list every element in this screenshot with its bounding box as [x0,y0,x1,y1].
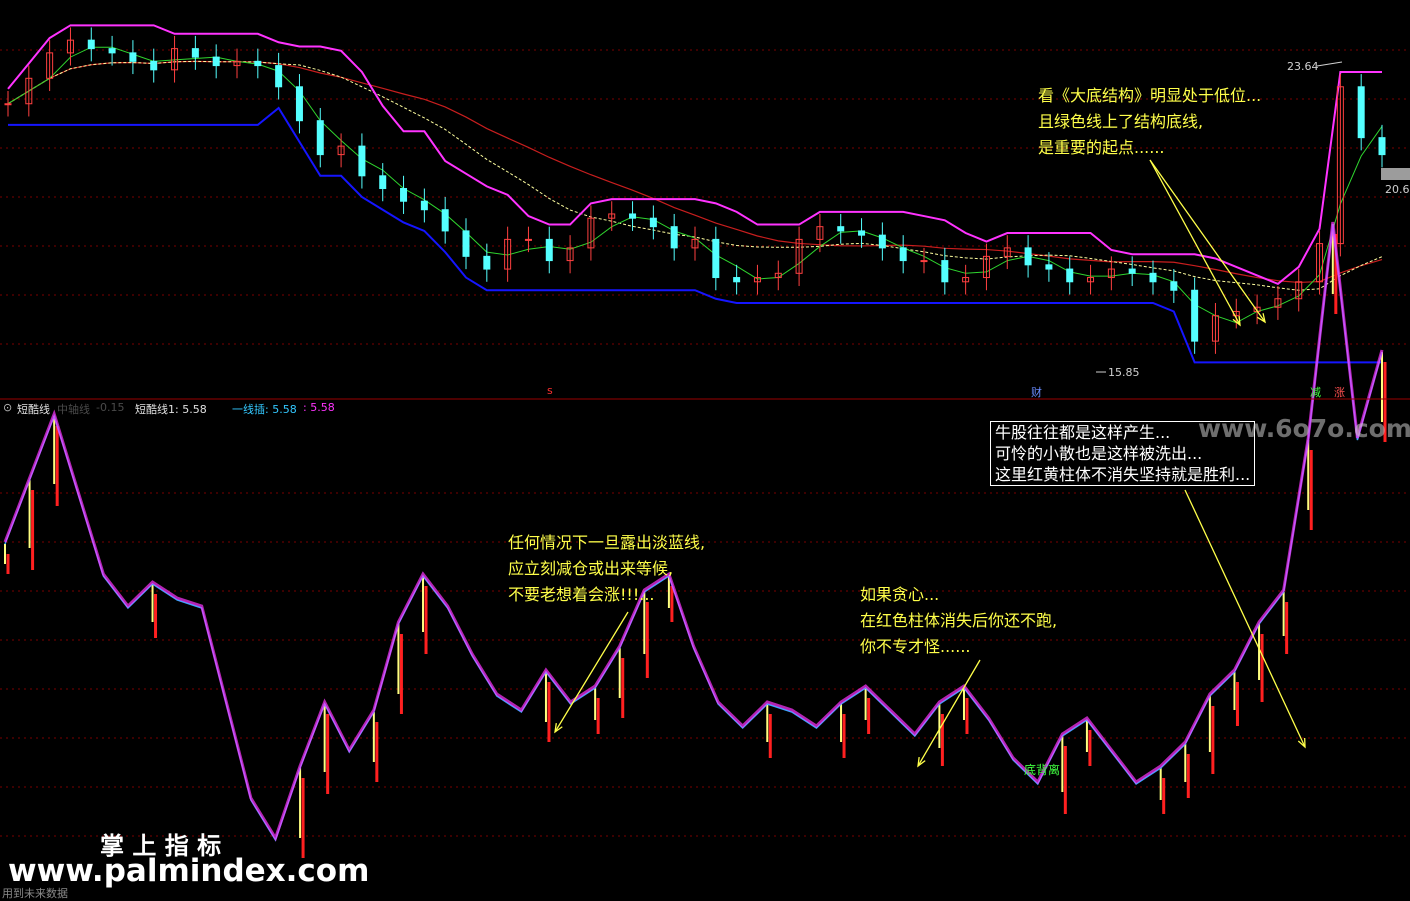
candle-body [1378,137,1386,156]
candle-body [254,60,262,67]
candle-body [878,234,886,249]
candle-body [1191,289,1199,342]
candle-body [400,188,408,202]
indicator-dim-label: 中轴线 [57,403,90,416]
last-price-label: 20.6 [1385,183,1410,196]
candle-body [941,260,949,283]
candle-body [712,238,720,279]
divergence-label: 底背离 [1024,763,1061,777]
candle-body [212,56,220,67]
indicator-line2-label: 一线插: 5.58 [232,403,297,416]
candle-body [4,103,12,106]
low-price-label: 15.85 [1108,366,1140,379]
candle-body [629,213,637,219]
signal-mark-rise: 涨 [1334,386,1345,399]
candle-body [920,260,928,263]
high-pointer [1316,61,1343,67]
annotation-arrow-head [554,723,563,734]
annotation-arrow-head [917,756,926,768]
candle-body [1149,272,1157,283]
indicator-dim-value: -0.15 [96,401,125,414]
candle-body [358,145,366,177]
url-watermark: www.palmindex.com [8,853,370,889]
signal-mark-s: s [547,384,553,397]
high-price-label: 23.64 [1287,60,1319,73]
lower-annotation-1: 任何情况下一旦露出淡蓝线, 应立刻减仓或出来等候, 不要老想着会涨!!!... [508,533,706,604]
candle-body [837,226,845,232]
site-watermark: www.6o7o.com [1198,414,1410,443]
candle-body [649,217,657,228]
candle-body [316,120,324,156]
annotation-arrow [1149,159,1266,323]
candle-body [129,52,137,62]
candle-body [1128,268,1136,274]
annotation-arrow [917,659,981,767]
signal-mark-finance: 财 [1031,386,1042,399]
candle-body [483,255,491,270]
indicator-name[interactable]: 短酷线 [17,401,50,417]
candle-body [670,226,678,249]
candle-body [1045,264,1053,270]
candle-body [1066,268,1074,283]
indicator-toggle-icon[interactable]: ⊙ [3,401,12,414]
candle-body [441,209,449,232]
indicator-line1-label: 短酷线1: 5.58 [135,403,207,416]
candle-body [87,39,95,50]
footer-note: 用到未来数据 [2,887,68,900]
annotation-arrow [554,611,629,733]
upper-annotation: 看《大底结构》明显处于低位... 且绿色线上了结构底线, 是重要的起点.....… [1038,86,1262,157]
indicator-line2-value: : 5.58 [303,401,335,414]
candle-body [191,48,199,58]
candle-body [545,238,553,262]
candle-body [462,230,470,257]
candle-body [524,238,532,241]
signal-mark-reduce: 减 [1310,386,1321,399]
candle-body [150,60,158,71]
candlesticks [4,27,1386,354]
last-price-marker [1381,168,1410,180]
candle-body [899,247,907,262]
candle-body [1357,86,1365,139]
candle-body [420,200,428,211]
candle-body [295,86,303,122]
candle-body [379,175,387,190]
candle-body [1024,247,1032,266]
price-bands [7,24,1383,364]
candle-body [275,65,283,88]
candle-body [733,277,741,283]
candle-body [108,48,116,54]
candle-body [858,230,866,236]
candle-body [1170,281,1178,291]
lower-annotation-2: 如果贪心... 在红色柱体消失后你还不跑, 你不专才怪...... [860,585,1058,656]
